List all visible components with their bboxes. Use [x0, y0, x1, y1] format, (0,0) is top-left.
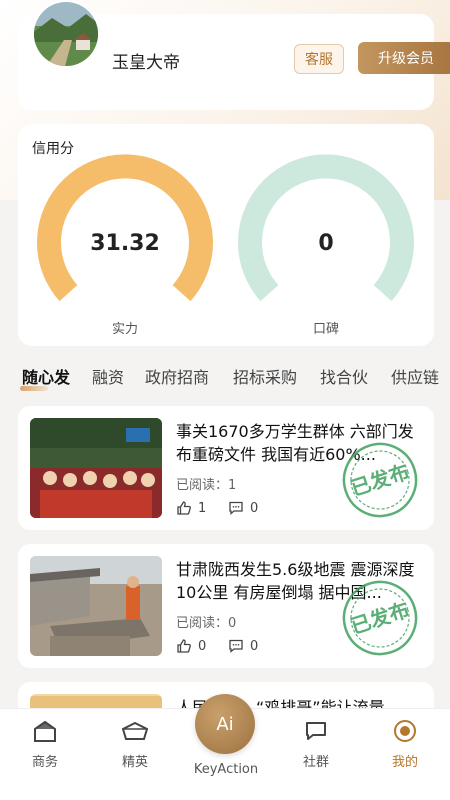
- nav-label: 商务: [31, 755, 58, 770]
- reputation-gauge-label: 口碑: [312, 322, 339, 337]
- strength-gauge[interactable]: 31.32: [37, 154, 213, 302]
- tab-government-investment[interactable]: 政府招商: [145, 364, 209, 388]
- nav-item-elite[interactable]: 精英: [100, 719, 170, 770]
- credit-gauges: 31.32 0: [37, 154, 414, 302]
- published-stamp-icon: 已发布: [342, 442, 418, 518]
- news-read-count: 已阅读：1: [176, 474, 236, 493]
- comment-stat[interactable]: 0: [228, 638, 258, 654]
- nav-label: 精英: [121, 755, 148, 770]
- credit-score-card: 信用分 31.32 0 实力 口碑: [18, 124, 434, 346]
- chat-icon: [306, 722, 326, 740]
- nav-label: 社群: [302, 755, 329, 770]
- like-stat[interactable]: 1: [176, 500, 206, 516]
- read-count-value: 0: [228, 616, 237, 631]
- like-stat[interactable]: 0: [176, 638, 206, 654]
- comment-count: 0: [250, 638, 259, 654]
- like-count: 1: [198, 500, 207, 516]
- customer-service-button[interactable]: 客服: [294, 44, 344, 74]
- read-count-label: 已阅读：: [176, 478, 229, 493]
- comment-stat[interactable]: 0: [228, 500, 258, 516]
- comment-icon: [229, 501, 243, 515]
- upgrade-vip-button[interactable]: 升级会员: [358, 42, 450, 74]
- strength-gauge-value: 31.32: [90, 231, 160, 256]
- nav-item-mine[interactable]: 我的: [370, 719, 440, 770]
- profile-card: 玉皇大帝 客服 升级会员: [18, 0, 450, 110]
- tab-tender-procurement[interactable]: 招标采购: [233, 364, 297, 388]
- reputation-gauge-value: 0: [318, 231, 333, 256]
- strength-gauge-label: 实力: [111, 322, 138, 337]
- nav-item-community[interactable]: 社群: [281, 719, 351, 770]
- news-read-count: 已阅读：0: [176, 612, 236, 631]
- avatar[interactable]: [32, 0, 100, 68]
- news-card[interactable]: 事关1670多万学生群体 六部门发布重磅文件 我国有近60%... 已阅读：1 …: [18, 406, 434, 530]
- tab-supply-chain[interactable]: 供应链: [391, 364, 439, 388]
- thumbs-up-icon: [177, 639, 191, 653]
- diamond-icon: [121, 721, 149, 740]
- tab-suixinfa[interactable]: 随心发: [22, 364, 70, 388]
- published-stamp-text: 已发布: [348, 597, 412, 638]
- category-tabs: 随心发 融资 政府招商 招标采购 找合伙 供应链: [0, 358, 450, 392]
- comment-count: 0: [250, 500, 259, 516]
- published-stamp-icon: 已发布: [342, 580, 418, 656]
- news-thumbnail: [30, 556, 162, 656]
- nav-item-business[interactable]: 商务: [10, 719, 80, 770]
- read-count-value: 1: [228, 478, 237, 493]
- tab-find-partner[interactable]: 找合伙: [320, 364, 368, 388]
- news-card[interactable]: 甘肃陇西发生5.6级地震 震源深度10公里 有房屋倒塌 据中国... 已阅读：0…: [18, 544, 434, 668]
- profile-icon: [394, 720, 416, 742]
- nav-label: 我的: [391, 755, 418, 770]
- read-count-label: 已阅读：: [176, 616, 229, 631]
- building-icon: [34, 720, 56, 742]
- comment-icon: [229, 639, 243, 653]
- username: 玉皇大帝: [112, 53, 180, 73]
- tab-financing[interactable]: 融资: [92, 364, 124, 388]
- ai-assistant-caption: KeyAction: [193, 762, 259, 777]
- active-tab-indicator: [20, 386, 48, 391]
- page: 玉皇大帝 客服 升级会员 信用分 31.32 0 实力 口碑 随心发 融资 政府…: [0, 0, 450, 800]
- reputation-gauge[interactable]: 0: [238, 154, 414, 302]
- published-stamp-text: 已发布: [348, 459, 412, 500]
- thumbs-up-icon: [177, 501, 191, 515]
- ai-assistant-button[interactable]: Ai: [195, 694, 255, 754]
- news-thumbnail: [30, 418, 162, 518]
- avatar-landscape-image: [34, 2, 98, 66]
- like-count: 0: [198, 638, 207, 654]
